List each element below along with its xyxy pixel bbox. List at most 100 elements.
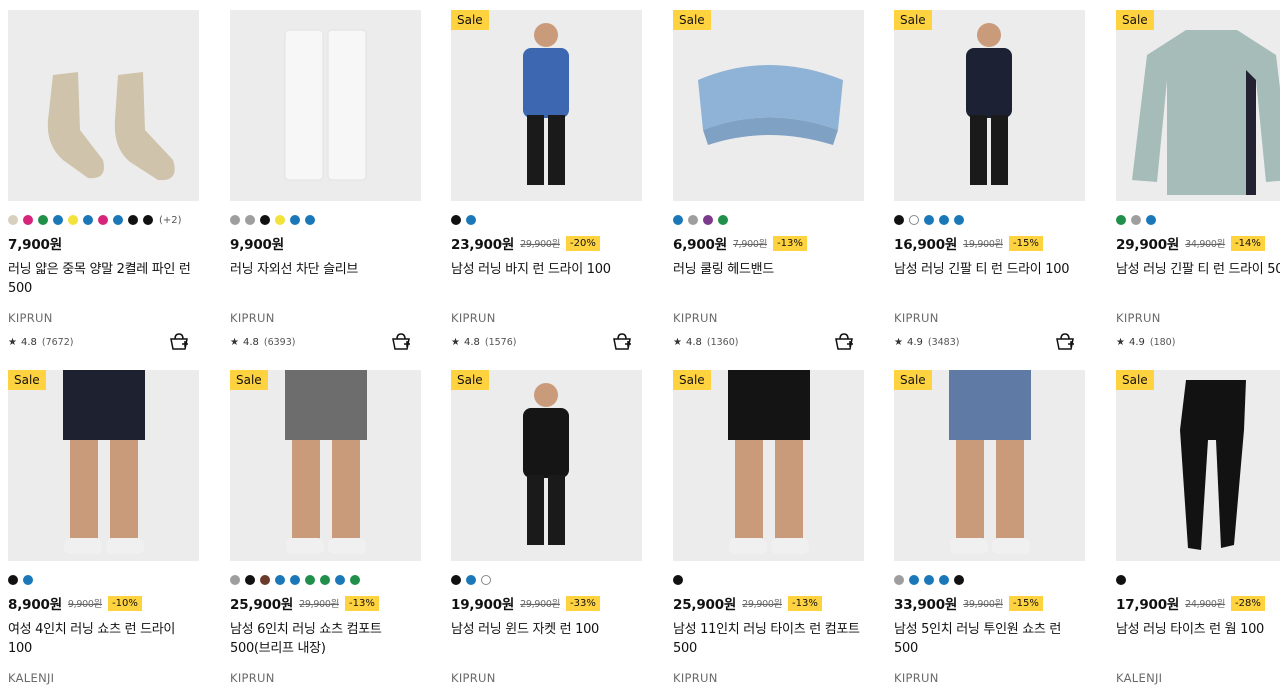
color-swatch[interactable] — [98, 215, 108, 225]
color-swatch[interactable] — [924, 215, 934, 225]
color-swatch[interactable] — [275, 575, 285, 585]
color-swatch[interactable] — [305, 215, 315, 225]
color-swatch[interactable] — [451, 575, 461, 585]
color-swatch[interactable] — [290, 215, 300, 225]
add-to-cart-icon[interactable] — [834, 332, 854, 352]
brand-label: KIPRUN — [8, 311, 53, 325]
product-image[interactable]: Sale — [894, 10, 1085, 201]
product-image[interactable]: Sale — [673, 370, 864, 561]
add-to-cart-icon[interactable] — [1055, 332, 1075, 352]
color-swatch[interactable] — [23, 215, 33, 225]
color-swatch[interactable] — [673, 575, 683, 585]
color-swatch[interactable] — [68, 215, 78, 225]
product-name[interactable]: 남성 러닝 긴팔 티 런 드라이 100 — [894, 260, 1086, 279]
price: 23,900원 — [451, 237, 515, 253]
product-name[interactable]: 남성 러닝 긴팔 티 런 드라이 500 — [1116, 260, 1280, 279]
product-image[interactable]: Sale — [230, 370, 421, 561]
product-name[interactable]: 러닝 자외선 차단 슬리브 — [230, 260, 422, 279]
legs-icon — [63, 370, 145, 554]
color-swatch[interactable] — [350, 575, 360, 585]
original-price: 34,900원 — [1185, 239, 1226, 250]
add-to-cart-icon[interactable] — [612, 332, 632, 352]
sale-badge: Sale — [894, 370, 932, 390]
add-to-cart-icon[interactable] — [169, 332, 189, 352]
rating: ★ 4.9 (180) — [1116, 337, 1175, 348]
color-swatches — [894, 214, 969, 226]
color-swatch[interactable] — [1146, 215, 1156, 225]
color-swatch[interactable] — [320, 575, 330, 585]
color-swatches: (+2) — [8, 214, 182, 226]
brand-label: KIPRUN — [894, 671, 939, 685]
color-swatch[interactable] — [53, 215, 63, 225]
color-swatch[interactable] — [143, 215, 153, 225]
product-image[interactable]: Sale — [8, 370, 199, 561]
color-swatch[interactable] — [260, 575, 270, 585]
price: 25,900원 — [673, 597, 737, 613]
color-swatch[interactable] — [894, 215, 904, 225]
color-swatches — [673, 214, 733, 226]
color-swatch[interactable] — [673, 215, 683, 225]
product-image[interactable]: Sale — [894, 370, 1085, 561]
color-swatch[interactable] — [245, 215, 255, 225]
product-name[interactable]: 남성 러닝 타이츠 런 웜 100 — [1116, 620, 1280, 639]
color-swatch[interactable] — [23, 575, 33, 585]
sale-badge: Sale — [451, 10, 489, 30]
product-image[interactable]: Sale — [673, 10, 864, 201]
rating-value: 4.9 — [906, 337, 923, 348]
color-swatch[interactable] — [688, 215, 698, 225]
product-image[interactable] — [230, 10, 421, 201]
color-swatch[interactable] — [275, 215, 285, 225]
color-swatch[interactable] — [909, 215, 919, 225]
product-image[interactable]: Sale — [451, 10, 642, 201]
color-swatch[interactable] — [335, 575, 345, 585]
product-image[interactable]: Sale — [1116, 10, 1280, 201]
product-image[interactable] — [8, 10, 199, 201]
color-swatch[interactable] — [481, 575, 491, 585]
color-swatches — [451, 214, 481, 226]
color-swatch[interactable] — [83, 215, 93, 225]
color-swatch[interactable] — [954, 215, 964, 225]
color-swatch[interactable] — [230, 575, 240, 585]
color-swatch[interactable] — [290, 575, 300, 585]
color-swatch[interactable] — [1116, 215, 1126, 225]
color-swatch[interactable] — [305, 575, 315, 585]
product-name[interactable]: 남성 6인치 러닝 쇼츠 컴포트 500(브리프 내장) — [230, 620, 422, 658]
rating: ★ 4.8 (6393) — [230, 337, 295, 348]
color-swatch[interactable] — [894, 575, 904, 585]
color-swatch[interactable] — [466, 575, 476, 585]
color-swatch[interactable] — [1131, 215, 1141, 225]
color-swatch[interactable] — [466, 215, 476, 225]
color-swatch[interactable] — [260, 215, 270, 225]
color-swatch[interactable] — [8, 575, 18, 585]
color-swatch[interactable] — [954, 575, 964, 585]
color-swatch[interactable] — [924, 575, 934, 585]
color-swatches — [673, 574, 688, 586]
color-swatch[interactable] — [230, 215, 240, 225]
color-swatch[interactable] — [38, 215, 48, 225]
star-icon: ★ — [451, 337, 460, 348]
color-swatch[interactable] — [703, 215, 713, 225]
product-name[interactable]: 여성 4인치 러닝 쇼츠 런 드라이 100 — [8, 620, 200, 658]
product-name[interactable]: 남성 러닝 바지 런 드라이 100 — [451, 260, 643, 279]
product-name[interactable]: 남성 러닝 윈드 자켓 런 100 — [451, 620, 643, 639]
add-to-cart-icon[interactable] — [391, 332, 411, 352]
rating-value: 4.9 — [1128, 337, 1145, 348]
color-swatch[interactable] — [1116, 575, 1126, 585]
color-swatch[interactable] — [718, 215, 728, 225]
color-swatch[interactable] — [939, 215, 949, 225]
product-name[interactable]: 러닝 얇은 중목 양말 2켤레 파인 런 500 — [8, 260, 200, 298]
person-icon — [523, 23, 569, 185]
color-swatch[interactable] — [113, 215, 123, 225]
color-swatches — [1116, 214, 1161, 226]
product-image[interactable]: Sale — [1116, 370, 1280, 561]
color-swatch[interactable] — [451, 215, 461, 225]
product-name[interactable]: 러닝 쿨링 헤드밴드 — [673, 260, 865, 279]
product-name[interactable]: 남성 5인치 러닝 투인원 쇼츠 런 500 — [894, 620, 1086, 658]
color-swatch[interactable] — [909, 575, 919, 585]
color-swatch[interactable] — [939, 575, 949, 585]
color-swatch[interactable] — [8, 215, 18, 225]
color-swatch[interactable] — [128, 215, 138, 225]
product-name[interactable]: 남성 11인치 러닝 타이츠 런 컴포트 500 — [673, 620, 865, 658]
color-swatch[interactable] — [245, 575, 255, 585]
product-image[interactable]: Sale — [451, 370, 642, 561]
